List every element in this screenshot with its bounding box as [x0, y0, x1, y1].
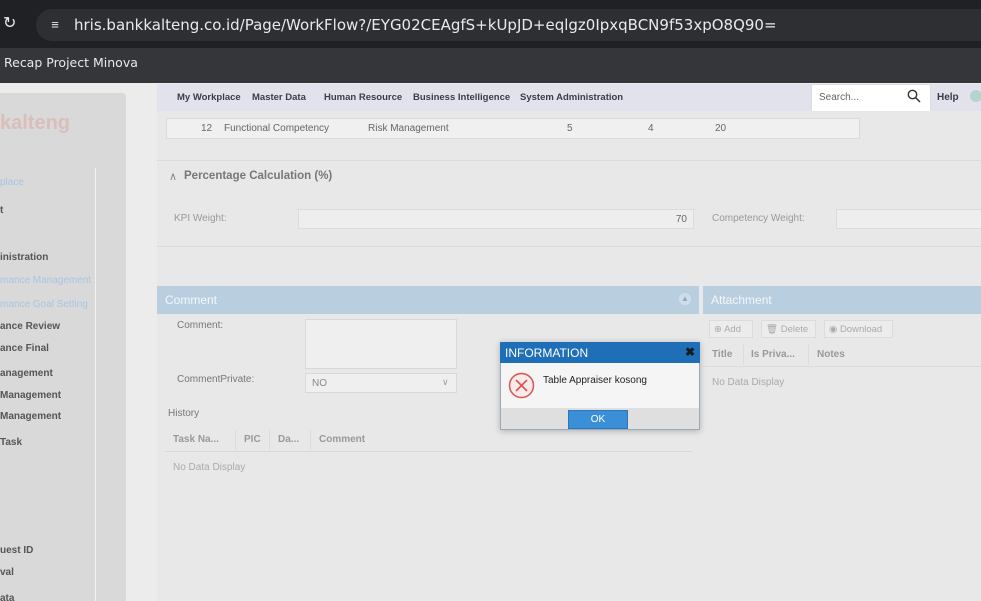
close-icon[interactable]: ✖ [684, 346, 696, 358]
dialog-message: Table Appraiser kosong [543, 375, 647, 386]
site-settings-icon[interactable]: ≡ [46, 16, 64, 34]
ok-button[interactable]: OK [568, 410, 628, 429]
bookmarks-bar [0, 48, 981, 83]
url-text[interactable]: hris.bankkalteng.co.id/Page/WorkFlow?/EY… [74, 16, 777, 34]
reload-icon[interactable]: ↻ [3, 15, 21, 33]
modal-overlay [0, 83, 981, 601]
error-icon [508, 372, 535, 399]
dialog-title: INFORMATION [500, 342, 700, 363]
bookmark-recap-project[interactable]: Recap Project Minova [4, 55, 138, 70]
